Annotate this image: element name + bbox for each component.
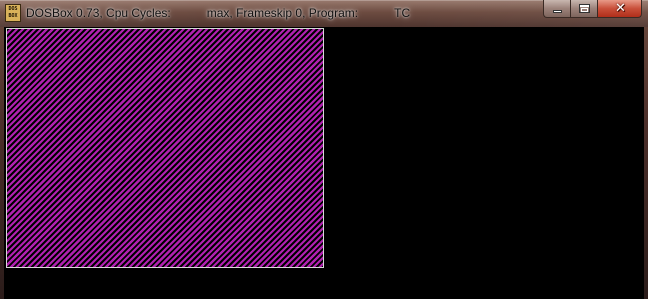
window-title: DOSBox 0.73, Cpu Cycles: max, Frameskip 0… — [26, 6, 420, 20]
diagonal-pattern-rectangle — [6, 28, 324, 268]
title-bar[interactable]: DOS BOX DOSBox 0.73, Cpu Cycles: max, Fra… — [0, 0, 648, 27]
dosbox-icon[interactable]: DOS BOX — [5, 4, 21, 22]
title-cycles: max, Frameskip 0, Program: — [206, 6, 359, 20]
icon-text-bottom: BOX — [8, 13, 18, 19]
dos-screen[interactable] — [4, 27, 644, 299]
icon-text-top: DOS — [8, 6, 18, 12]
maximize-button[interactable] — [570, 0, 597, 18]
title-program: TC — [394, 6, 411, 20]
title-app: DOSBox 0.73, Cpu Cycles: — [26, 6, 171, 20]
close-icon: ✕ — [615, 1, 626, 16]
maximize-icon — [579, 4, 590, 13]
caption-buttons: ✕ — [543, 0, 642, 19]
minimize-icon — [553, 10, 562, 13]
dosbox-window: DOS BOX DOSBox 0.73, Cpu Cycles: max, Fra… — [0, 0, 648, 299]
minimize-button[interactable] — [543, 0, 570, 18]
close-button[interactable]: ✕ — [597, 0, 642, 18]
